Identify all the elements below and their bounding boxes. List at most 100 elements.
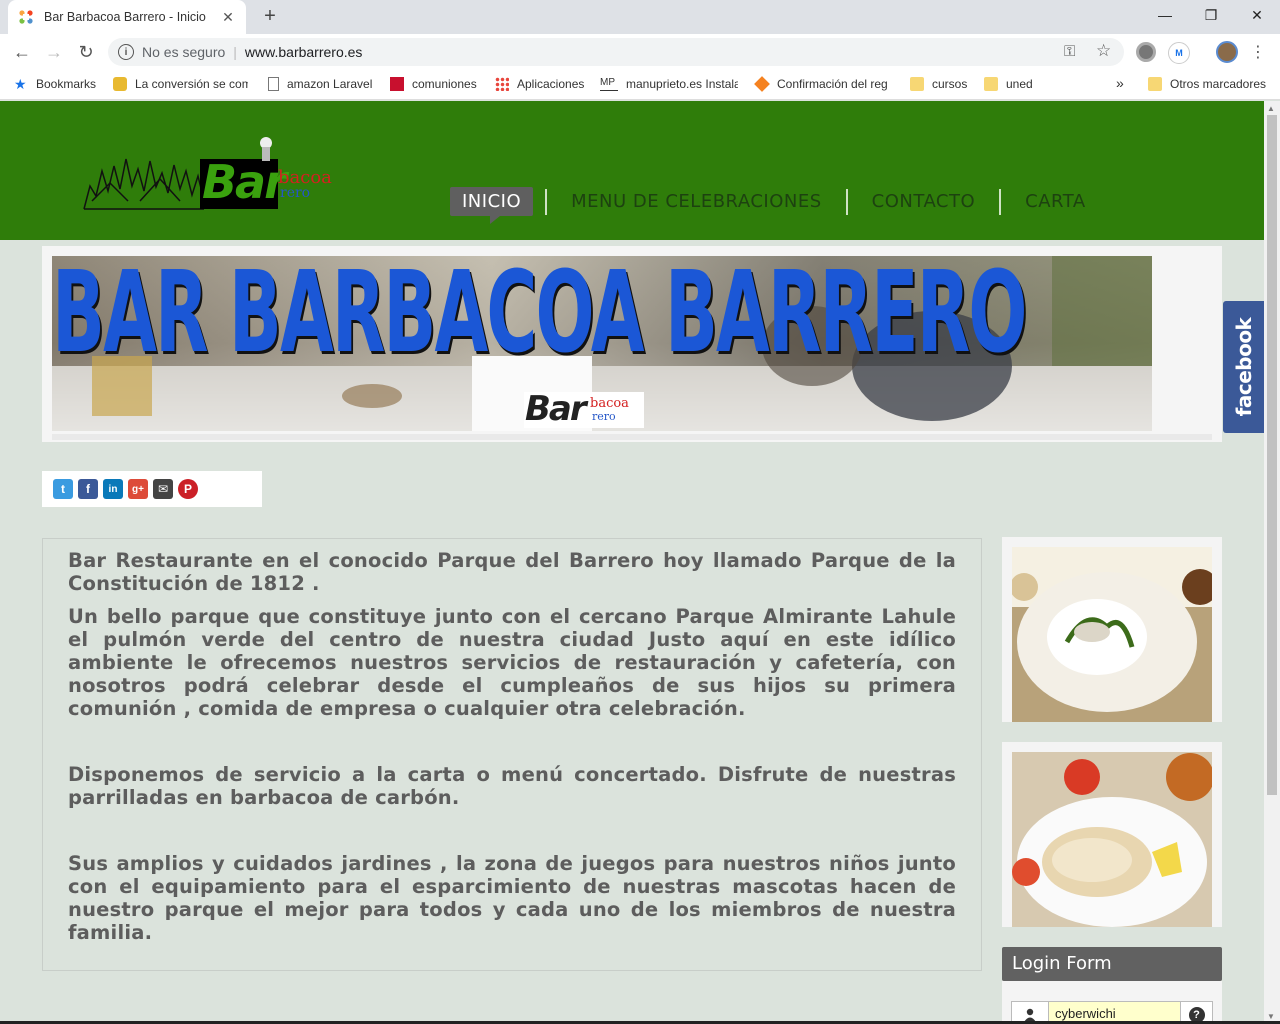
facebook-label: facebook xyxy=(1231,317,1256,417)
banner-logo-rero-text: rero xyxy=(592,410,616,423)
extension-m-icon[interactable]: M xyxy=(1168,42,1190,64)
login-form: cyberwichi ? xyxy=(1002,981,1222,1024)
nav-divider xyxy=(545,188,548,215)
email-icon[interactable]: ✉ xyxy=(153,479,173,499)
bookmarks-bar: ★ Bookmarks La conversión se com amazon … xyxy=(0,70,1280,100)
site-logo[interactable]: Bar bacoa rero xyxy=(80,131,332,211)
scrollbar-thumb[interactable] xyxy=(1267,115,1277,795)
bookmarks-overflow-chevron-icon[interactable]: » xyxy=(1116,75,1124,91)
back-arrow-icon[interactable]: ← xyxy=(10,40,34,64)
twitter-icon[interactable]: t xyxy=(53,479,73,499)
bookmark-label: manuprieto.es Instala xyxy=(626,77,738,91)
restore-button[interactable]: ❐ xyxy=(1188,0,1234,30)
logo-rero-text: rero xyxy=(280,185,311,201)
nav-divider xyxy=(999,188,1002,215)
profile-avatar[interactable] xyxy=(1216,41,1238,63)
web-page: Bar bacoa rero INICIO MENU DE CELEBRACIO… xyxy=(0,101,1264,1024)
nav-item-menu-celebraciones[interactable]: MENU DE CELEBRACIONES xyxy=(559,187,834,216)
login-form-title: Login Form xyxy=(1002,947,1222,981)
bookmark-item[interactable]: MP manuprieto.es Instala xyxy=(600,77,738,91)
site-header: Bar bacoa rero INICIO MENU DE CELEBRACIO… xyxy=(0,101,1264,240)
banner-logo-bacoa-text: bacoa xyxy=(590,396,629,411)
bookmark-item[interactable]: Aplicaciones xyxy=(495,77,584,91)
banner-image: BAR BARBACOA BARRERO Bar bacoa rero xyxy=(52,256,1152,431)
banner-container: BAR BARBACOA BARRERO Bar bacoa rero xyxy=(42,246,1222,442)
bookmark-item[interactable]: amazon Laravel xyxy=(268,77,372,91)
bookmark-item[interactable]: Confirmación del reg xyxy=(754,76,887,92)
cube-icon xyxy=(754,76,770,92)
bookmark-item[interactable]: cursos xyxy=(910,77,967,91)
tab-title: Bar Barbacoa Barrero - Inicio xyxy=(44,10,206,24)
new-tab-button[interactable]: + xyxy=(258,5,282,28)
mp-icon: MP xyxy=(600,77,618,91)
red-square-icon xyxy=(390,77,404,91)
browser-toolbar: ← → ↻ i No es seguro | www.barbarrero.es… xyxy=(0,34,1280,70)
logo-bar-text: Bar xyxy=(202,155,287,209)
scroll-up-icon[interactable]: ▲ xyxy=(1267,104,1275,113)
nav-divider xyxy=(845,188,848,215)
bookmark-label: cursos xyxy=(932,77,968,91)
banner-divider xyxy=(52,434,1212,440)
sidebar-photo-module xyxy=(1002,742,1222,927)
page-icon xyxy=(268,77,279,91)
article-paragraph: Un bello parque que constituye junto con… xyxy=(68,605,956,720)
page-scrollbar[interactable]: ▲ ▼ xyxy=(1264,101,1280,1024)
bookmark-item[interactable]: uned xyxy=(984,77,1033,91)
nav-item-carta[interactable]: CARTA xyxy=(1013,187,1098,216)
address-bar[interactable]: i No es seguro | www.barbarrero.es ⚿ ☆ xyxy=(108,38,1124,66)
folder-icon xyxy=(113,77,127,91)
forward-arrow-icon[interactable]: → xyxy=(42,40,66,64)
star-icon: ★ xyxy=(14,76,27,92)
banner-logo-bar-text: Bar xyxy=(525,389,587,429)
key-icon[interactable]: ⚿ xyxy=(1064,43,1075,60)
scroll-down-icon[interactable]: ▼ xyxy=(1267,1012,1275,1021)
article-paragraph: Bar Restaurante en el conocido Parque de… xyxy=(68,549,956,595)
pinterest-icon[interactable]: P xyxy=(178,479,198,499)
folder-icon xyxy=(910,77,924,91)
browser-tab-active[interactable]: Bar Barbacoa Barrero - Inicio ✕ xyxy=(8,0,246,34)
info-icon[interactable]: i xyxy=(118,44,134,60)
minimize-button[interactable]: — xyxy=(1142,0,1188,30)
bookmark-label: La conversión se com xyxy=(135,77,248,91)
reload-icon[interactable]: ↻ xyxy=(74,40,98,64)
nav-item-contacto[interactable]: CONTACTO xyxy=(860,187,988,216)
separator: | xyxy=(233,44,237,60)
security-label: No es seguro xyxy=(142,44,226,60)
bookmark-item[interactable]: La conversión se com xyxy=(113,77,248,91)
facebook-side-tab[interactable]: facebook xyxy=(1223,301,1264,433)
extension-globe-icon[interactable] xyxy=(1136,42,1156,62)
menu-kebab-icon[interactable]: ⋮ xyxy=(1246,40,1270,64)
apps-icon xyxy=(495,77,509,91)
joomla-favicon-icon xyxy=(18,9,34,25)
main-navigation: INICIO MENU DE CELEBRACIONES CONTACTO CA… xyxy=(450,187,1098,224)
bookmark-label: uned xyxy=(1006,77,1033,91)
article-paragraph: Sus amplios y cuidados jardines , la zon… xyxy=(68,852,956,944)
facebook-icon[interactable]: f xyxy=(78,479,98,499)
window-close-button[interactable]: ✕ xyxy=(1234,0,1280,30)
google-plus-icon[interactable]: g+ xyxy=(128,479,148,499)
food-photo-salad xyxy=(1012,547,1212,722)
tab-close-icon[interactable]: ✕ xyxy=(220,9,236,26)
linkedin-icon[interactable]: in xyxy=(103,479,123,499)
bookmark-item[interactable]: comuniones xyxy=(390,77,477,91)
article-paragraph: Disponemos de servicio a la carta o menú… xyxy=(68,763,956,809)
folder-icon xyxy=(1148,77,1162,91)
bookmark-label: Confirmación del reg xyxy=(777,77,887,91)
bookmark-label: Aplicaciones xyxy=(517,77,585,91)
browser-tab-strip: Bar Barbacoa Barrero - Inicio ✕ + — ❐ ✕ xyxy=(0,0,1280,34)
bookmark-label: amazon Laravel xyxy=(287,77,373,91)
folder-icon xyxy=(984,77,998,91)
food-photo-fish xyxy=(1012,752,1212,927)
bookmark-item[interactable]: Otros marcadores xyxy=(1148,77,1266,91)
bookmark-star-icon[interactable]: ☆ xyxy=(1096,41,1111,61)
url-text[interactable]: www.barbarrero.es xyxy=(245,44,363,60)
social-share-bar: t f in g+ ✉ P xyxy=(42,471,262,507)
main-article: Bar Restaurante en el conocido Parque de… xyxy=(42,538,982,971)
sidebar-photo-module xyxy=(1002,537,1222,722)
nav-item-inicio[interactable]: INICIO xyxy=(450,187,534,224)
bookmark-label: Otros marcadores xyxy=(1170,77,1267,91)
bookmark-item[interactable]: ★ Bookmarks xyxy=(14,77,96,91)
bookmark-label: comuniones xyxy=(412,77,477,91)
banner-title: BAR BARBACOA BARRERO xyxy=(52,256,1027,378)
bookmark-label: Bookmarks xyxy=(36,77,97,91)
